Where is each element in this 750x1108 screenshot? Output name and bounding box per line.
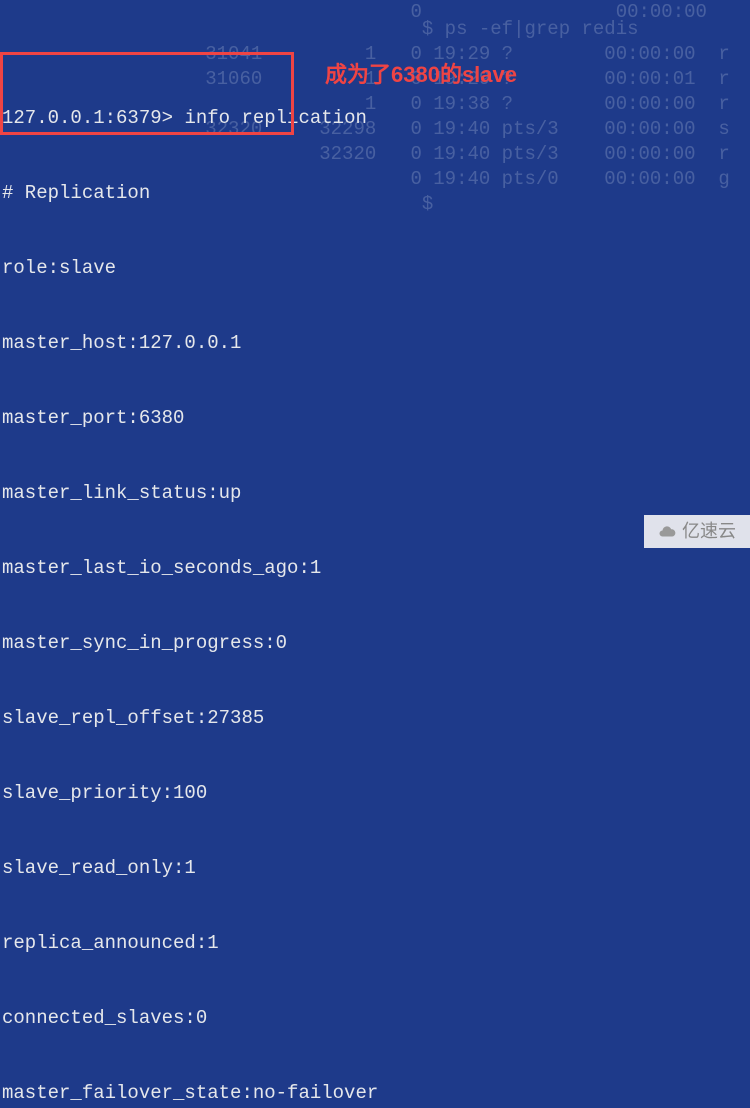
watermark-text: 亿速云 [682, 519, 736, 544]
top-partial-line [2, 50, 748, 56]
slave-read-only-line: slave_read_only:1 [2, 856, 748, 881]
master-last-io-line: master_last_io_seconds_ago:1 [2, 556, 748, 581]
command-text: info replication [184, 107, 366, 129]
cloud-icon [658, 523, 676, 541]
slave-priority-line: slave_priority:100 [2, 781, 748, 806]
slave-repl-offset-line: slave_repl_offset:27385 [2, 706, 748, 731]
replica-announced-line: replica_announced:1 [2, 931, 748, 956]
role-line: role:slave [2, 256, 748, 281]
master-host-line: master_host:127.0.0.1 [2, 331, 748, 356]
master-failover-state-line: master_failover_state:no-failover [2, 1081, 748, 1106]
connected-slaves-line: connected_slaves:0 [2, 1006, 748, 1031]
terminal-output: 127.0.0.1:6379> info replication # Repli… [0, 0, 750, 1108]
master-link-status-line: master_link_status:up [2, 481, 748, 506]
replication-header: # Replication [2, 181, 748, 206]
master-port-line: master_port:6380 [2, 406, 748, 431]
prompt-host: 127.0.0.1:6379> [2, 107, 173, 129]
watermark: 亿速云 [644, 515, 750, 548]
prompt-line[interactable]: 127.0.0.1:6379> info replication [2, 106, 748, 131]
annotation-text: 成为了6380的slave [325, 62, 517, 87]
master-sync-progress-line: master_sync_in_progress:0 [2, 631, 748, 656]
